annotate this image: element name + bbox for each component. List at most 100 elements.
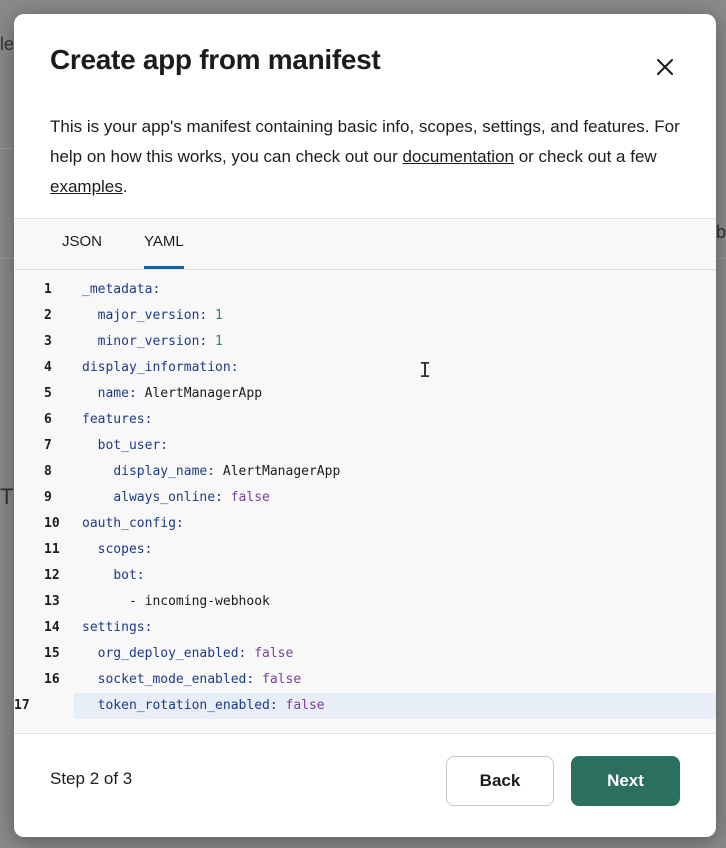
code-text: bot_user:	[82, 433, 168, 459]
code-text: settings:	[82, 615, 152, 641]
line-number: 4	[44, 360, 52, 375]
code-key: major_version:	[97, 308, 208, 323]
code-line[interactable]: 10 oauth_config:	[14, 511, 716, 537]
code-value: false	[277, 698, 325, 713]
code-text: org_deploy_enabled: false	[82, 641, 294, 667]
code-text: scopes:	[82, 537, 153, 563]
line-number: 6	[44, 412, 52, 427]
code-key: minor_version:	[97, 334, 208, 349]
code-text: - incoming-webhook	[82, 589, 270, 615]
code-line[interactable]: 15 org_deploy_enabled: false	[14, 641, 716, 667]
code-key: display_information:	[82, 360, 239, 375]
code-key: _metadata:	[82, 282, 161, 297]
back-button[interactable]: Back	[446, 756, 554, 806]
background-text-fragment: T	[0, 484, 14, 509]
code-line[interactable]: 2 major_version: 1	[14, 303, 716, 329]
code-text: major_version: 1	[82, 303, 223, 329]
code-line[interactable]: 9 always_online: false	[14, 485, 716, 511]
line-number: 2	[44, 308, 52, 323]
code-line[interactable]: 7 bot_user:	[14, 433, 716, 459]
code-key: name:	[97, 386, 137, 401]
code-value: false	[246, 646, 294, 661]
code-line[interactable]: 6 features:	[14, 407, 716, 433]
tab-json[interactable]: JSON	[62, 233, 102, 269]
code-line[interactable]: 8 display_name: AlertManagerApp	[14, 459, 716, 485]
code-line[interactable]: 5 name: AlertManagerApp	[14, 381, 716, 407]
code-line[interactable]: 3 minor_version: 1	[14, 329, 716, 355]
code-key: always_online:	[113, 490, 223, 505]
code-text: socket_mode_enabled: false	[82, 667, 302, 693]
code-value: - incoming-webhook	[128, 594, 270, 609]
code-value: 1	[207, 308, 223, 323]
code-value: AlertManagerApp	[136, 386, 263, 401]
background-text-fragment: b	[716, 222, 726, 242]
code-key: display_name:	[113, 464, 216, 479]
code-text: minor_version: 1	[82, 329, 223, 355]
line-number: 14	[44, 620, 60, 635]
line-number: 12	[44, 568, 60, 583]
tab-yaml[interactable]: YAML	[144, 233, 184, 269]
code-key: bot_user:	[97, 438, 169, 453]
next-button[interactable]: Next	[571, 756, 680, 806]
code-key: scopes:	[97, 542, 153, 557]
description-text: .	[122, 177, 128, 196]
description-text: or check out a few	[514, 147, 657, 166]
code-line[interactable]: 12 bot:	[14, 563, 716, 589]
code-line[interactable]: 1 _metadata:	[14, 277, 716, 303]
line-number: 15	[44, 646, 60, 661]
code-value: false	[254, 672, 302, 687]
create-app-modal: Create app from manifest This is your ap…	[14, 14, 716, 837]
code-text: always_online: false	[82, 485, 270, 511]
code-area[interactable]: 1 _metadata: 2 major_version: 13 minor_ver…	[14, 277, 716, 719]
code-text: _metadata:	[82, 277, 160, 303]
code-line[interactable]: 17 token_rotation_enabled: false	[14, 693, 716, 719]
code-text: display_information:	[82, 355, 239, 381]
line-number: 11	[44, 542, 60, 557]
code-key: token_rotation_enabled:	[97, 698, 278, 713]
code-key: settings:	[82, 620, 153, 635]
code-line[interactable]: 14 settings:	[14, 615, 716, 641]
modal-title: Create app from manifest	[50, 44, 381, 75]
manifest-editor[interactable]: JSON YAML 1 _metadata: 2 major_version: 13…	[14, 218, 716, 734]
text-cursor-icon: I	[419, 358, 432, 382]
code-line[interactable]: 4 display_information:	[14, 355, 716, 381]
documentation-link[interactable]: documentation	[402, 147, 514, 166]
code-line[interactable]: 13 - incoming-webhook	[14, 589, 716, 615]
code-text: token_rotation_enabled: false	[82, 693, 325, 719]
code-line[interactable]: 16 socket_mode_enabled: false	[14, 667, 716, 693]
code-text: oauth_config:	[82, 511, 184, 537]
code-text: name: AlertManagerApp	[82, 381, 262, 407]
line-number: 3	[44, 334, 52, 349]
code-key: socket_mode_enabled:	[97, 672, 255, 687]
line-number: 16	[44, 672, 60, 687]
code-key: features:	[82, 412, 153, 427]
line-number: 7	[44, 438, 52, 453]
code-line[interactable]: 11 scopes:	[14, 537, 716, 563]
line-number: 5	[44, 386, 52, 401]
line-number: 8	[44, 464, 52, 479]
step-indicator: Step 2 of 3	[50, 769, 133, 788]
code-key: oauth_config:	[82, 516, 184, 531]
code-value: 1	[207, 334, 223, 349]
close-icon	[657, 59, 673, 75]
line-number: 10	[44, 516, 60, 531]
line-number: 9	[44, 490, 52, 505]
examples-link[interactable]: examples	[50, 177, 123, 196]
line-number: 13	[44, 594, 60, 609]
close-button[interactable]	[648, 50, 682, 84]
code-text: features:	[82, 407, 152, 433]
line-number: 17	[14, 698, 30, 713]
code-key: org_deploy_enabled:	[97, 646, 247, 661]
line-number: 1	[44, 282, 52, 297]
code-key: bot:	[113, 568, 145, 583]
